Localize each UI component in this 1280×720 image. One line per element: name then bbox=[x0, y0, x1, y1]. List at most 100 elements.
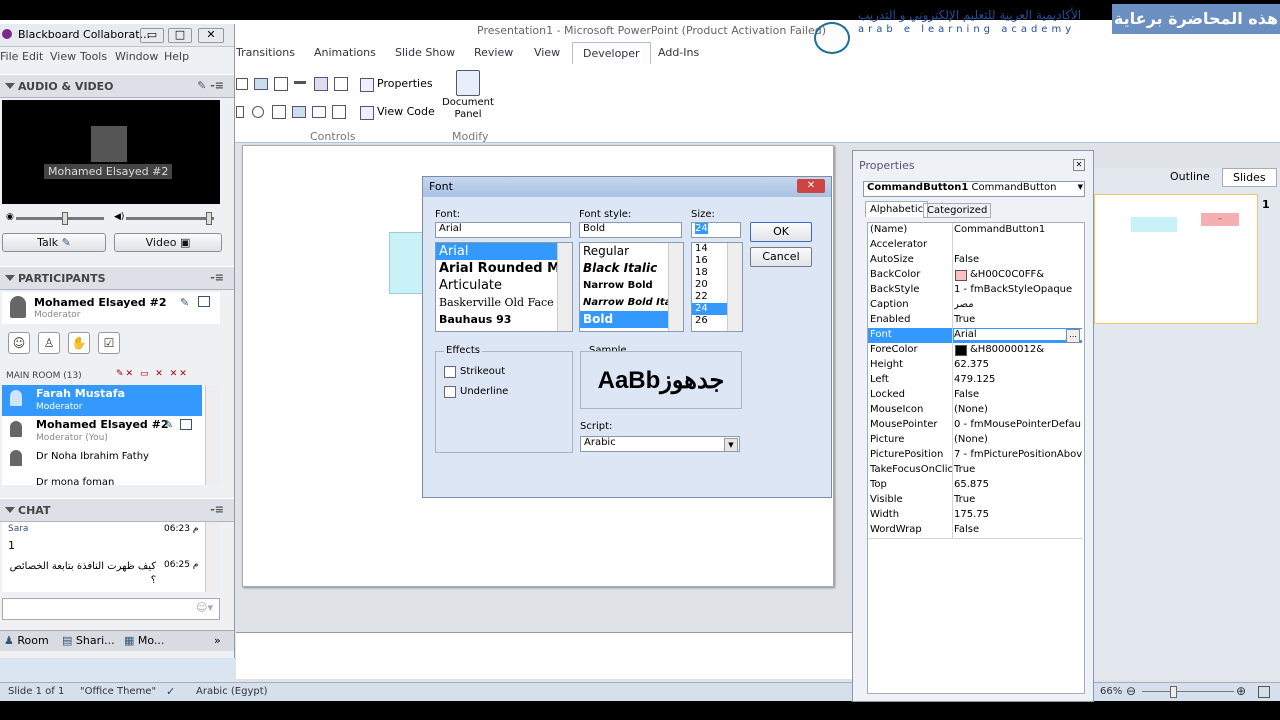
property-value[interactable]: True bbox=[954, 464, 1082, 475]
language-indicator[interactable]: Arabic (Egypt) bbox=[196, 686, 268, 697]
size-input[interactable]: 24 bbox=[691, 222, 741, 238]
listbox-control-icon[interactable] bbox=[272, 105, 286, 119]
property-value[interactable]: 0 - fmMousePointerDefault bbox=[954, 419, 1082, 430]
design-tools-icon[interactable] bbox=[332, 105, 346, 119]
property-value[interactable]: &H00C0C0FF& bbox=[970, 269, 1098, 280]
more-controls-icon[interactable] bbox=[334, 77, 348, 91]
polling-icon[interactable]: ☑ bbox=[98, 332, 120, 354]
participant-row[interactable]: Dr mona foman bbox=[2, 473, 202, 485]
list-item[interactable]: Bauhaus 93 bbox=[436, 311, 572, 328]
property-value[interactable]: 65.875 bbox=[954, 479, 1082, 490]
property-value[interactable]: True bbox=[954, 494, 1082, 505]
panel-menu-icon[interactable]: -≡ bbox=[210, 503, 224, 516]
raise-hand-icon[interactable]: ✋ bbox=[68, 332, 90, 354]
more-tabs-icon[interactable]: » bbox=[214, 634, 221, 647]
property-row[interactable]: Locked False bbox=[868, 388, 1082, 404]
font-list-scrollbar[interactable] bbox=[557, 243, 572, 331]
mic-volume-slider[interactable] bbox=[16, 217, 104, 220]
close-icon[interactable]: ✕ bbox=[1073, 159, 1085, 171]
property-row[interactable]: BackColor &H00C0C0FF& bbox=[868, 268, 1082, 284]
tab-view[interactable]: View bbox=[534, 46, 560, 59]
property-row[interactable]: AutoSize False bbox=[868, 253, 1082, 269]
font-style-list[interactable]: Regular Black Italic Narrow Bold Narrow … bbox=[579, 242, 684, 332]
property-value[interactable]: 1 - fmBackStyleOpaque bbox=[954, 284, 1082, 295]
list-item[interactable]: Arial bbox=[436, 243, 572, 260]
ok-button[interactable]: OK bbox=[750, 222, 812, 242]
property-value[interactable]: (None) bbox=[954, 434, 1082, 445]
property-value[interactable]: CommandButton1 bbox=[954, 224, 1082, 235]
property-row[interactable]: TakeFocusOnClick True bbox=[868, 463, 1082, 479]
property-value[interactable]: 62.375 bbox=[954, 359, 1082, 370]
property-value[interactable]: &H80000012& bbox=[970, 344, 1098, 355]
emoticon-icon[interactable]: ☺▾ bbox=[196, 601, 213, 614]
font-style-scrollbar[interactable] bbox=[668, 243, 683, 331]
property-value[interactable]: (None) bbox=[954, 404, 1082, 415]
property-row[interactable]: BackStyle 1 - fmBackStyleOpaque bbox=[868, 283, 1082, 299]
font-input[interactable]: Arial bbox=[435, 222, 571, 238]
property-row[interactable]: PicturePosition 7 - fmPicturePositionAbov… bbox=[868, 448, 1082, 464]
list-item[interactable]: Arial Rounded MT bbox=[436, 260, 572, 277]
property-value[interactable]: 479.125 bbox=[954, 374, 1082, 385]
minimize-button[interactable]: ▭ bbox=[140, 28, 164, 43]
cancel-button[interactable]: Cancel bbox=[750, 247, 812, 267]
zoom-out-icon[interactable]: ⊖ bbox=[1126, 684, 1136, 698]
object-selector[interactable]: CommandButton1 CommandButton ▼ bbox=[863, 181, 1085, 197]
property-value[interactable]: 175.75 bbox=[954, 509, 1082, 520]
fit-window-icon[interactable] bbox=[1258, 686, 1270, 698]
script-select[interactable]: Arabic ▼ bbox=[580, 436, 740, 452]
combobox-control-icon[interactable] bbox=[292, 106, 306, 118]
font-list[interactable]: Arial Arial Rounded MT Articulate Basker… bbox=[435, 242, 573, 332]
image-control-icon[interactable] bbox=[254, 78, 268, 90]
menu-window[interactable]: Window bbox=[115, 50, 158, 63]
label-control-icon[interactable] bbox=[236, 78, 248, 90]
speaker-volume-slider[interactable] bbox=[126, 217, 214, 220]
panel-menu-icon[interactable]: -≡ bbox=[210, 271, 224, 284]
property-row[interactable]: MouseIcon (None) bbox=[868, 403, 1082, 419]
size-list-scrollbar[interactable] bbox=[727, 243, 742, 331]
audio-video-header[interactable]: AUDIO & VIDEO ✎ -≡ bbox=[0, 74, 234, 98]
speaker-slider-thumb[interactable] bbox=[206, 212, 212, 225]
tab-categorized[interactable]: Categorized bbox=[923, 203, 992, 218]
participant-row[interactable]: Dr Noha Ibrahim Fathy bbox=[2, 447, 202, 472]
property-row[interactable]: Enabled True bbox=[868, 313, 1082, 329]
tab-developer[interactable]: Developer bbox=[572, 42, 651, 64]
property-value[interactable]: مصر bbox=[954, 299, 1082, 310]
option-button-control-icon[interactable] bbox=[252, 106, 264, 118]
property-row[interactable]: MousePointer 0 - fmMousePointerDefault bbox=[868, 418, 1082, 434]
notes-pane[interactable] bbox=[236, 632, 852, 679]
permission-icons[interactable]: ✎✕ ▭ ✕ ✕✕ bbox=[116, 369, 189, 379]
tab-slide-show[interactable]: Slide Show bbox=[395, 46, 455, 59]
participant-row[interactable]: Mohamed Elsayed #2 Moderator (You) ✎ bbox=[2, 416, 202, 447]
zoom-in-icon[interactable]: ⊕ bbox=[1236, 684, 1246, 698]
step-away-icon[interactable]: ♙ bbox=[38, 332, 60, 354]
spellcheck-icon[interactable]: ✓ bbox=[166, 685, 175, 698]
property-value[interactable]: False bbox=[954, 524, 1082, 535]
zoom-slider-thumb[interactable] bbox=[1170, 686, 1177, 698]
zoom-slider[interactable] bbox=[1142, 691, 1234, 692]
property-value[interactable]: 7 - fmPicturePositionAboveC bbox=[954, 449, 1082, 460]
property-row[interactable]: Height 62.375 bbox=[868, 358, 1082, 374]
strikeout-checkbox[interactable] bbox=[444, 366, 456, 378]
property-row[interactable]: Accelerator bbox=[868, 238, 1082, 254]
menu-help[interactable]: Help bbox=[164, 50, 189, 63]
menu-file[interactable]: File bbox=[0, 50, 18, 63]
tab-add-ins[interactable]: Add-Ins bbox=[658, 46, 699, 59]
ellipsis-button[interactable]: ... bbox=[1066, 329, 1080, 343]
menu-edit[interactable]: Edit bbox=[22, 50, 43, 63]
slide-thumbnail[interactable]: – bbox=[1094, 194, 1258, 324]
close-button[interactable]: ✕ bbox=[198, 28, 224, 43]
scrollbar-control-icon[interactable] bbox=[294, 81, 306, 84]
mic-slider-thumb[interactable] bbox=[62, 212, 68, 225]
property-row[interactable]: Left 479.125 bbox=[868, 373, 1082, 389]
property-row[interactable]: Top 65.875 bbox=[868, 478, 1082, 494]
property-row[interactable]: ForeColor &H80000012& bbox=[868, 343, 1082, 359]
participants-header[interactable]: PARTICIPANTS -≡ bbox=[0, 266, 234, 290]
toggle-control-icon[interactable] bbox=[312, 106, 326, 118]
property-value[interactable]: False bbox=[954, 389, 1082, 400]
maximize-button[interactable]: □ bbox=[168, 28, 192, 43]
size-list[interactable]: 14 16 18 20 22 24 26 bbox=[691, 242, 743, 332]
participant-scrollbar[interactable] bbox=[205, 385, 220, 485]
chevron-down-icon[interactable]: ▼ bbox=[724, 438, 738, 452]
property-row[interactable]: (Name) CommandButton1 bbox=[868, 223, 1082, 239]
zoom-level[interactable]: 66% bbox=[1100, 686, 1122, 697]
